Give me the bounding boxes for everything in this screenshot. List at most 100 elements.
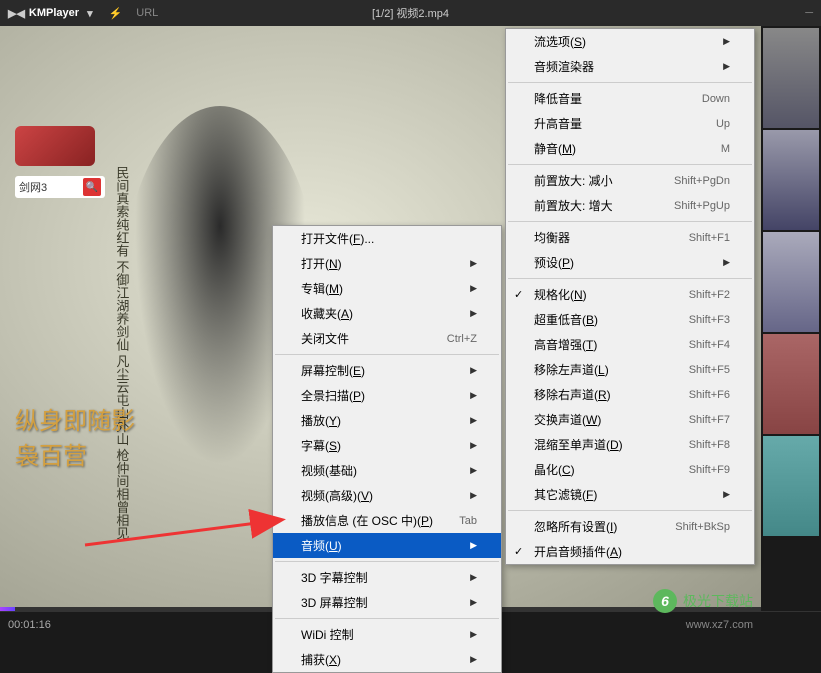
menu-shortcut: Shift+F6 [689, 389, 730, 401]
menu-item[interactable]: 移除左声道(L)Shift+F5 [506, 357, 754, 382]
menu-item[interactable]: 专辑(M) ▶ [273, 276, 501, 301]
menu-separator [275, 561, 499, 562]
logo-text: KMPlayer [29, 7, 79, 19]
submenu-arrow-icon: ▶ [470, 283, 477, 294]
app-logo[interactable]: ▶◀ KMPlayer ▾ [8, 7, 93, 20]
menu-item[interactable]: 3D 屏幕控制 ▶ [273, 590, 501, 615]
menu-item[interactable]: 全景扫描(P) ▶ [273, 383, 501, 408]
chevron-down-icon[interactable]: ▾ [87, 7, 93, 20]
menu-item[interactable]: 音频渲染器▶ [506, 54, 754, 79]
menu-item[interactable]: 移除右声道(R)Shift+F6 [506, 382, 754, 407]
menu-item-label: 超重低音(B) [534, 311, 598, 328]
menu-item[interactable]: 前置放大: 增大Shift+PgUp [506, 193, 754, 218]
menu-shortcut: Shift+PgDn [674, 175, 730, 187]
menu-item[interactable]: 晶化(C) Shift+F9 [506, 457, 754, 482]
menu-item-label: 音频(U) [301, 537, 342, 554]
menu-item[interactable]: 降低音量Down [506, 86, 754, 111]
context-menu-main: 打开文件(F)...打开(N)▶ 专辑(M) ▶ 收藏夹(A) ▶ 关闭文件Ctrl+Z 屏… [272, 225, 502, 673]
menu-item-label: 开启音频插件(A) [534, 543, 622, 560]
menu-item[interactable]: 字幕(S) ▶ [273, 433, 501, 458]
url-button[interactable]: URL [136, 7, 158, 19]
menu-item[interactable]: 流选项(S)▶ [506, 29, 754, 54]
menu-item[interactable]: 前置放大: 减小 Shift+PgDn [506, 168, 754, 193]
menu-item-label: 收藏夹(A) [301, 305, 353, 322]
menu-item-label: 字幕(S) [301, 437, 341, 454]
submenu-arrow-icon: ▶ [723, 61, 730, 72]
submenu-arrow-icon: ▶ [470, 654, 477, 665]
menu-item[interactable]: 捕获(X)▶ [273, 647, 501, 672]
submenu-arrow-icon: ▶ [470, 540, 477, 551]
menu-item[interactable]: ✓ 开启音频插件(A) [506, 539, 754, 564]
menu-item[interactable]: ✓规格化(N)Shift+F2 [506, 282, 754, 307]
menu-item[interactable]: 交换声道(W)Shift+F7 [506, 407, 754, 432]
check-icon: ✓ [514, 545, 523, 558]
menu-item[interactable]: 超重低音(B) Shift+F3 [506, 307, 754, 332]
watermark-url: www.xz7.com [686, 619, 753, 631]
menu-item-label: 视频(高级)(V) [301, 487, 373, 504]
menu-item-label: 降低音量 [534, 90, 582, 107]
menu-item-label: 静音(M) [534, 140, 576, 157]
playlist-thumb[interactable] [763, 232, 819, 332]
menu-shortcut: Shift+F9 [689, 464, 730, 476]
menu-item[interactable]: 音频(U) ▶ [273, 533, 501, 558]
minimize-button[interactable]: ─ [805, 7, 813, 19]
menu-item-label: 3D 屏幕控制 [301, 594, 368, 611]
playlist-thumb[interactable] [763, 334, 819, 434]
lightning-icon[interactable]: ⚡ [109, 7, 123, 20]
menu-shortcut: Shift+F3 [689, 314, 730, 326]
search-text: 剑网3 [19, 179, 83, 195]
menu-item[interactable]: 均衡器Shift+F1 [506, 225, 754, 250]
submenu-arrow-icon: ▶ [470, 390, 477, 401]
menu-item[interactable]: 播放信息 (在 OSC 中)(P)Tab [273, 508, 501, 533]
context-menu-audio: 流选项(S)▶音频渲染器▶ 降低音量Down升高音量Up 静音(M) M 前置放大: 减… [505, 28, 755, 565]
playlist-thumb[interactable] [763, 436, 819, 536]
menu-item[interactable]: 播放(Y)▶ [273, 408, 501, 433]
menu-separator [508, 510, 752, 511]
menu-item[interactable]: 收藏夹(A) ▶ [273, 301, 501, 326]
watermark-icon: 6 [653, 589, 677, 613]
menu-item[interactable]: 高音增强(T) Shift+F4 [506, 332, 754, 357]
menu-item[interactable]: 关闭文件Ctrl+Z [273, 326, 501, 351]
menu-item[interactable]: 屏幕控制(E)▶ [273, 358, 501, 383]
menu-shortcut: Shift+F7 [689, 414, 730, 426]
menu-shortcut: Tab [459, 515, 477, 527]
menu-item-label: 全景扫描(P) [301, 387, 365, 404]
menu-item-label: 3D 字幕控制 [301, 569, 368, 586]
menu-item[interactable]: 其它滤镜(F)▶ [506, 482, 754, 507]
menu-item[interactable]: 忽略所有设置(I)Shift+BkSp [506, 514, 754, 539]
menu-item-label: 视频(基础) [301, 462, 357, 479]
menu-item-label: 专辑(M) [301, 280, 343, 297]
menu-item[interactable]: 预设(P)▶ [506, 250, 754, 275]
menu-item-label: 高音增强(T) [534, 336, 597, 353]
menu-shortcut: Shift+F4 [689, 339, 730, 351]
menu-shortcut: Shift+F5 [689, 364, 730, 376]
menu-item[interactable]: WiDi 控制▶ [273, 622, 501, 647]
menu-item[interactable]: 打开文件(F)... [273, 226, 501, 251]
playlist-thumb[interactable] [763, 28, 819, 128]
menu-shortcut: Ctrl+Z [447, 333, 477, 345]
menu-item-label: 混缩至单声道(D) [534, 436, 623, 453]
menu-item[interactable]: 视频(基础) ▶ [273, 458, 501, 483]
menu-separator [275, 618, 499, 619]
menu-shortcut: Shift+BkSp [675, 521, 730, 533]
menu-item[interactable]: 升高音量Up [506, 111, 754, 136]
menu-separator [275, 354, 499, 355]
menu-item[interactable]: 混缩至单声道(D)Shift+F8 [506, 432, 754, 457]
window-controls: ─ [805, 7, 813, 19]
playlist-thumb[interactable] [763, 130, 819, 230]
submenu-arrow-icon: ▶ [470, 597, 477, 608]
watermark-text: 极光下载站 [683, 591, 753, 611]
menu-item[interactable]: 打开(N)▶ [273, 251, 501, 276]
menu-item[interactable]: 静音(M) M [506, 136, 754, 161]
menu-shortcut: Up [716, 118, 730, 130]
menu-item-label: 前置放大: 减小 [534, 172, 613, 189]
menu-item-label: 晶化(C) [534, 461, 575, 478]
menu-item[interactable]: 视频(高级)(V)▶ [273, 483, 501, 508]
submenu-arrow-icon: ▶ [470, 465, 477, 476]
menu-item-label: 播放(Y) [301, 412, 341, 429]
current-time: 00:01:16 [8, 619, 51, 631]
submenu-arrow-icon: ▶ [470, 440, 477, 451]
menu-item[interactable]: 3D 字幕控制▶ [273, 565, 501, 590]
menu-shortcut: M [721, 143, 730, 155]
submenu-arrow-icon: ▶ [470, 308, 477, 319]
